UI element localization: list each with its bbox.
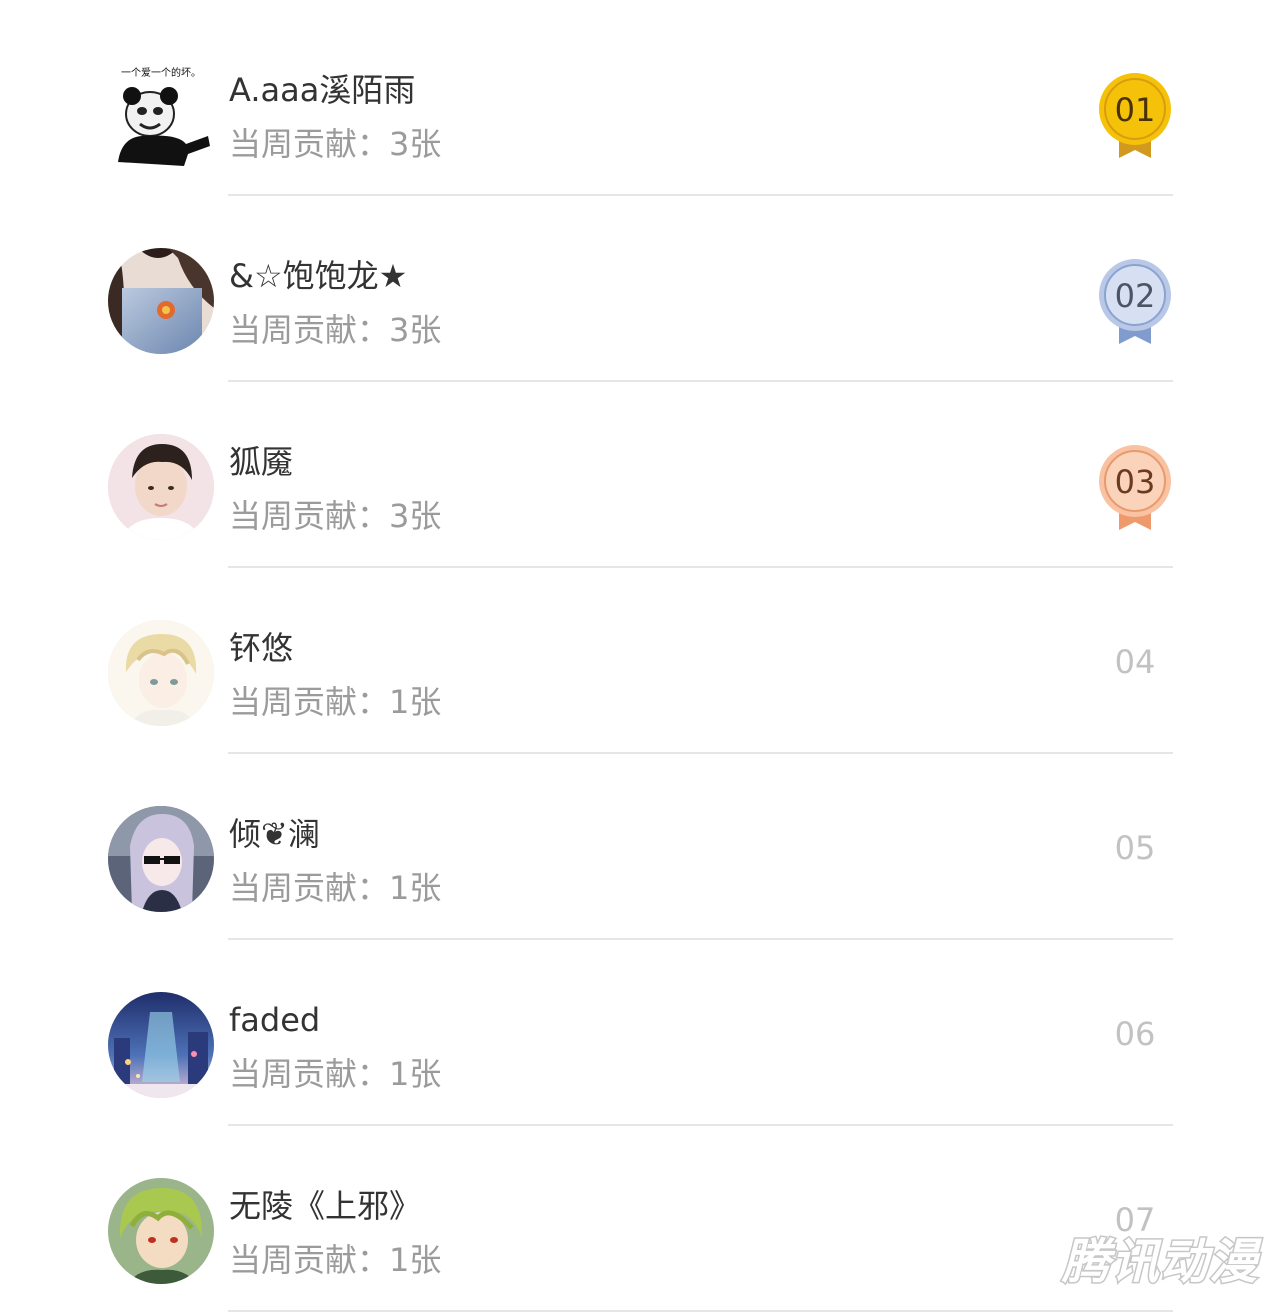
ranking-row[interactable]: 狐魇 当周贡献：3张 03 [0,382,1280,568]
weekly-contribution: 当周贡献：1张 [229,1055,442,1093]
silver-medal-icon: 02 [1097,256,1173,346]
rank-number: 06 [1114,1015,1156,1053]
rank-number: 02 [1115,277,1156,315]
anime-sunglasses-girl-image [108,806,214,912]
ranking-row[interactable]: 倾❦澜 当周贡献：1张 05 [0,754,1280,940]
weekly-contribution: 当周贡献：3张 [229,497,442,535]
contribution-ranking-list: 一个爱一个的坏。 A.aaa溪陌雨 当周贡献：3张 01 &☆饱饱龙★ 当周贡献… [0,0,1280,1314]
ranking-row[interactable]: &☆饱饱龙★ 当周贡献：3张 02 [0,196,1280,382]
rank-number: 01 [1115,91,1156,129]
ranking-row[interactable]: faded 当周贡献：1张 06 [0,940,1280,1126]
anime-sunglasses-girl-avatar[interactable] [108,806,214,912]
username[interactable]: 钚悠 [229,628,293,668]
rank-number: 05 [1114,829,1156,867]
avatar-caption: 一个爱一个的坏。 [121,66,201,79]
bronze-medal-icon: 03 [1097,442,1173,532]
anime-green-hair-image [108,1178,214,1284]
girl-photo-avatar[interactable] [108,248,214,354]
weekly-contribution: 当周贡献：1张 [229,683,442,721]
anime-blond-boy-avatar[interactable] [108,620,214,726]
weekly-contribution: 当周贡献：1张 [229,1241,442,1279]
username[interactable]: &☆饱饱龙★ [229,256,407,296]
panda-meme-avatar[interactable]: 一个爱一个的坏。 [108,62,214,168]
rank-number: 04 [1114,643,1156,681]
username[interactable]: 倾❦澜 [229,814,320,854]
username[interactable]: faded [229,1000,320,1040]
city-night-avatar[interactable] [108,992,214,1098]
username[interactable]: A.aaa溪陌雨 [229,70,415,110]
anime-blond-boy-image [108,620,214,726]
tencent-comics-watermark: 腾讯动漫 [1060,1233,1258,1292]
ranking-row[interactable]: 钚悠 当周贡献：1张 04 [0,568,1280,754]
anime-green-hair-avatar[interactable] [108,1178,214,1284]
ranking-row[interactable]: 一个爱一个的坏。 A.aaa溪陌雨 当周贡献：3张 01 [0,10,1280,196]
panda-meme-image: 一个爱一个的坏。 [108,62,214,168]
weekly-contribution: 当周贡献：3张 [229,311,442,349]
rank-number: 03 [1115,463,1156,501]
username[interactable]: 无陵《上邪》 [229,1186,421,1226]
row-divider [228,1310,1173,1312]
city-night-image [108,992,214,1098]
weekly-contribution: 当周贡献：1张 [229,869,442,907]
username[interactable]: 狐魇 [229,442,293,482]
boy-photo-image [108,434,214,540]
girl-photo-image [108,248,214,354]
boy-photo-avatar[interactable] [108,434,214,540]
weekly-contribution: 当周贡献：3张 [229,125,442,163]
gold-medal-icon: 01 [1097,70,1173,160]
